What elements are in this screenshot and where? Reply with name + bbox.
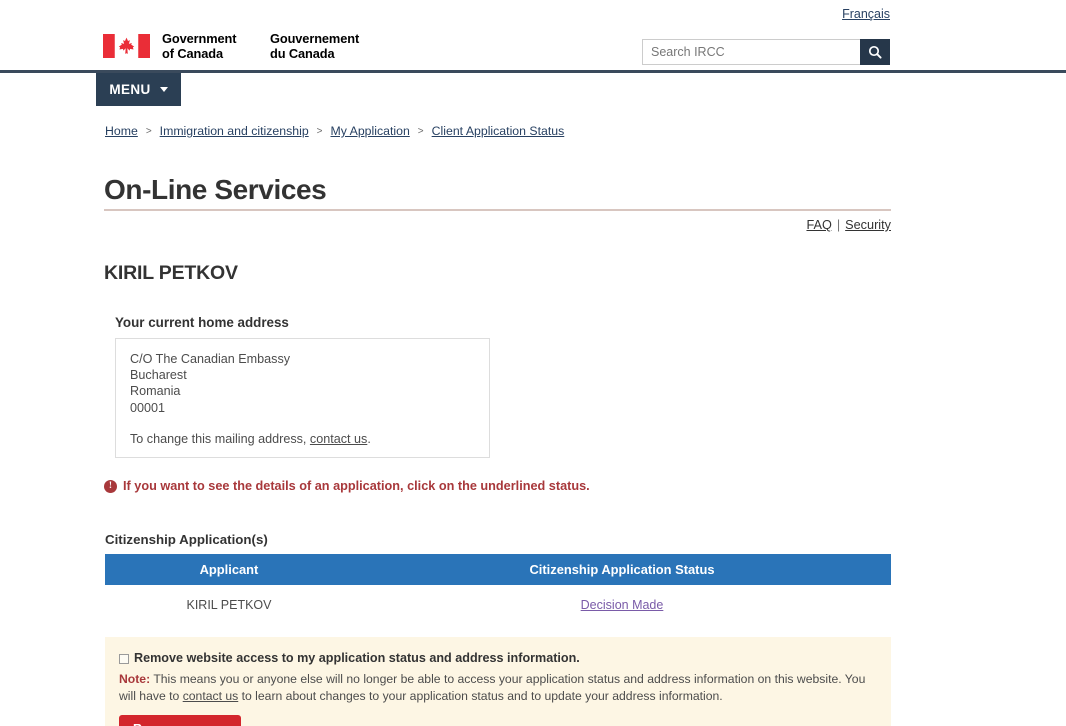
brand-fr-line2: du Canada [270, 46, 335, 61]
faq-link[interactable]: FAQ [806, 218, 831, 232]
table-head: Applicant Citizenship Application Status [105, 554, 891, 585]
language-toggle-container: Français [842, 5, 890, 23]
global-header: Français Government of Canada Gouverneme… [0, 0, 1066, 73]
search-button[interactable] [860, 39, 890, 65]
address-label: Your current home address [115, 315, 289, 330]
site-search [642, 39, 890, 65]
citizenship-applications-table: Applicant Citizenship Application Status… [105, 554, 891, 625]
brand-wordmark: Government of Canada Gouvernement du Can… [162, 31, 359, 61]
remove-access-checkbox-row: Remove website access to my application … [119, 650, 877, 667]
breadcrumb-separator: > [417, 125, 424, 137]
brand-wordmark-en: Government of Canada [162, 31, 254, 61]
breadcrumb-item-client-application-status[interactable]: Client Application Status [432, 124, 565, 138]
remove-access-note-text: Note: This means you or anyone else will… [119, 671, 877, 705]
menu-button-label: MENU [109, 82, 151, 97]
main-menu-bar: MENU [0, 73, 1066, 110]
government-of-canada-brand[interactable]: Government of Canada Gouvernement du Can… [103, 31, 359, 61]
address-change-note: To change this mailing address, contact … [130, 432, 475, 446]
brand-en-line2: of Canada [162, 46, 223, 61]
address-contact-us-link[interactable]: contact us [310, 432, 367, 446]
search-icon [868, 45, 882, 59]
security-link[interactable]: Security [845, 218, 891, 232]
address-line-2: Bucharest [130, 368, 187, 383]
client-name-heading: KIRIL PETKOV [104, 262, 238, 284]
remove-access-checkbox[interactable] [119, 654, 129, 664]
brand-wordmark-fr: Gouvernement du Canada [270, 31, 359, 61]
note-contact-us-link[interactable]: contact us [183, 689, 239, 703]
address-line-3: Romania [130, 384, 181, 399]
address-change-prefix: To change this mailing address, [130, 431, 310, 446]
address-change-suffix: . [367, 431, 371, 446]
status-hint-text: If you want to see the details of an app… [123, 479, 590, 493]
brand-en-line1: Government [162, 31, 237, 46]
address-lines: C/O The Canadian Embassy Bucharest Roman… [130, 351, 475, 416]
status-hint-alert: ! If you want to see the details of an a… [104, 479, 590, 493]
table-header-row: Applicant Citizenship Application Status [105, 554, 891, 585]
address-line-4: 00001 [130, 400, 166, 415]
canada-flag-icon [103, 34, 150, 58]
title-divider [104, 209, 891, 211]
remove-access-checkbox-label: Remove website access to my application … [134, 651, 580, 665]
cell-applicant: KIRIL PETKOV [105, 585, 353, 625]
breadcrumb-item-immigration-and-citizenship[interactable]: Immigration and citizenship [160, 124, 309, 138]
column-header-applicant: Applicant [105, 554, 353, 585]
brand-fr-line1: Gouvernement [270, 31, 360, 46]
remove-access-button[interactable]: Remove access [119, 715, 241, 726]
language-toggle-link[interactable]: Français [842, 7, 890, 21]
applications-section-label: Citizenship Application(s) [105, 532, 268, 547]
breadcrumb-item-my-application[interactable]: My Application [331, 124, 410, 138]
note-body-part2: to learn about changes to your applicati… [238, 689, 723, 703]
remove-access-notice: Remove website access to my application … [105, 637, 891, 726]
address-box: C/O The Canadian Embassy Bucharest Roman… [115, 338, 490, 458]
cell-status: Decision Made [353, 585, 891, 625]
table-row: KIRIL PETKOV Decision Made [105, 585, 891, 625]
note-word: Note: [119, 672, 151, 686]
breadcrumb-item-home[interactable]: Home [105, 124, 138, 138]
exclamation-circle-icon: ! [104, 479, 117, 493]
application-status-link[interactable]: Decision Made [581, 598, 664, 612]
breadcrumb-separator: > [145, 125, 152, 137]
utility-links-separator: | [836, 218, 841, 232]
utility-links: FAQ | Security [806, 218, 891, 232]
page-title: On-Line Services [104, 174, 327, 205]
breadcrumb: Home > Immigration and citizenship > My … [105, 124, 564, 138]
menu-button[interactable]: MENU [96, 73, 181, 106]
search-input[interactable] [642, 39, 860, 65]
address-line-1: C/O The Canadian Embassy [130, 352, 291, 366]
chevron-down-icon [159, 87, 168, 92]
column-header-status: Citizenship Application Status [353, 554, 891, 585]
breadcrumb-separator: > [316, 125, 323, 137]
table-body: KIRIL PETKOV Decision Made [105, 585, 891, 625]
